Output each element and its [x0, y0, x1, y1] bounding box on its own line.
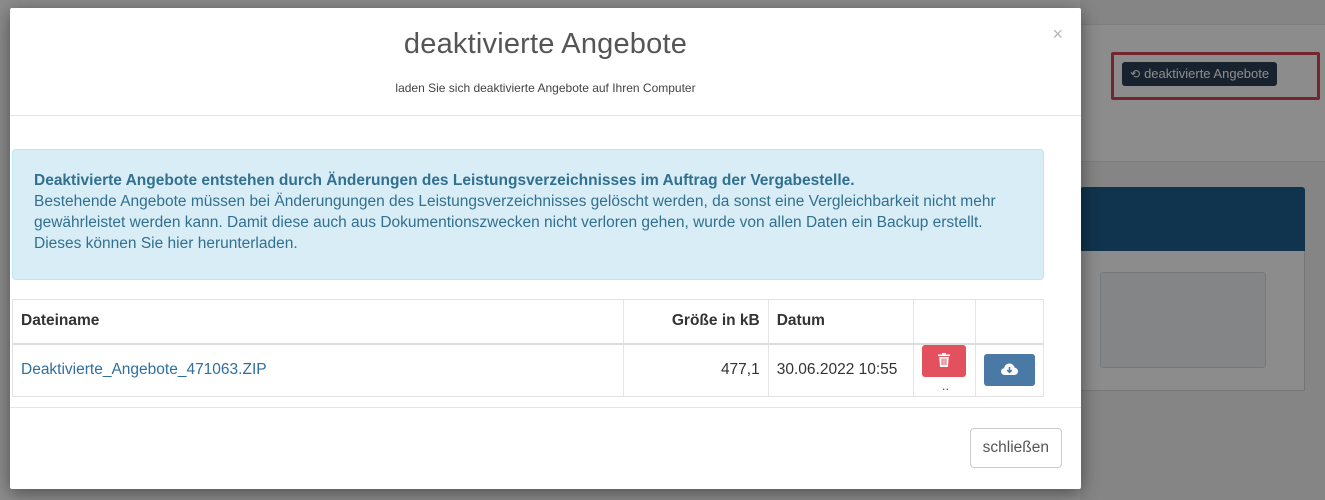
- table-header-row: Dateiname Größe in kB Datum: [12, 299, 1045, 345]
- header-delete: [912, 299, 976, 345]
- date-cell: 30.06.2022 10:55: [767, 343, 914, 397]
- cloud-download-icon: [1000, 363, 1018, 376]
- delete-cell: ..: [912, 343, 976, 397]
- modal-body: Deaktivierte Angebote entstehen durch Än…: [10, 116, 1081, 416]
- size-cell: 477,1: [622, 343, 769, 397]
- header-download: [974, 299, 1045, 345]
- info-text: Bestehende Angebote müssen bei Änderungu…: [34, 193, 996, 252]
- file-link[interactable]: Deaktivierte_Angebote_471063.ZIP: [21, 361, 267, 378]
- info-heading: Deaktivierte Angebote entstehen durch Än…: [34, 172, 855, 189]
- cell-ellipsis: ..: [941, 378, 950, 394]
- header-filename: Dateiname: [12, 299, 624, 345]
- modal-header: deaktivierte Angebote laden Sie sich dea…: [10, 8, 1081, 116]
- close-icon[interactable]: ×: [1052, 24, 1063, 45]
- trash-icon: [938, 353, 951, 368]
- delete-button[interactable]: [922, 345, 967, 378]
- close-button[interactable]: schließen: [969, 428, 1062, 468]
- header-size: Größe in kB: [622, 299, 769, 345]
- deactivated-offers-modal: deaktivierte Angebote laden Sie sich dea…: [10, 8, 1081, 489]
- download-cell: [974, 343, 1045, 397]
- modal-footer: schließen: [10, 407, 1081, 489]
- info-alert: Deaktivierte Angebote entstehen durch Än…: [12, 149, 1044, 280]
- modal-title: deaktivierte Angebote: [403, 28, 688, 60]
- modal-subtitle: laden Sie sich deaktivierte Angebote auf…: [395, 81, 696, 95]
- header-date: Datum: [767, 299, 914, 345]
- download-button[interactable]: [983, 354, 1035, 387]
- filename-cell: Deaktivierte_Angebote_471063.ZIP: [12, 343, 624, 397]
- files-table: Dateiname Größe in kB Datum Deaktivierte…: [12, 299, 1045, 397]
- table-row: Deaktivierte_Angebote_471063.ZIP 477,1 3…: [12, 343, 1045, 397]
